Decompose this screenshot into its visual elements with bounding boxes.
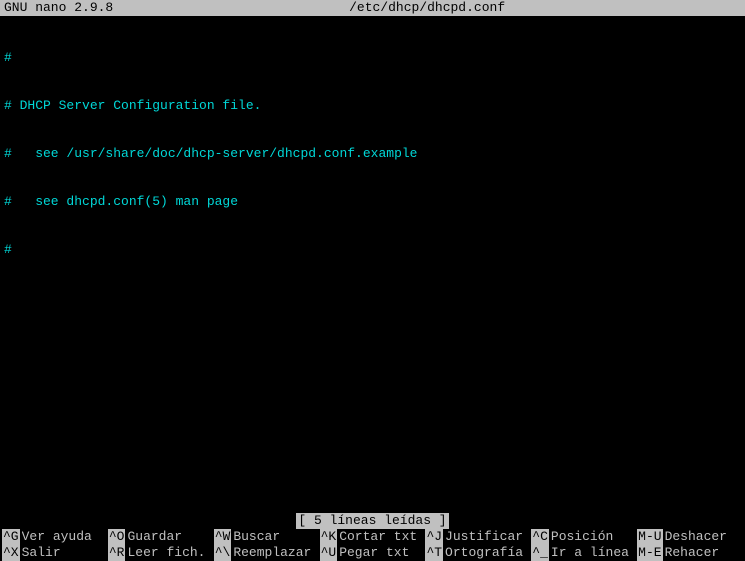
shortcut-goto-line[interactable]: ^_ Ir a línea (531, 545, 637, 561)
title-bar: GNU nano 2.9.8 /etc/dhcp/dhcpd.conf (0, 0, 745, 16)
shortcut-read-file[interactable]: ^R Leer fich. (108, 545, 214, 561)
shortcut-search[interactable]: ^W Buscar (214, 529, 320, 545)
shortcut-label: Deshacer (665, 529, 727, 545)
app-name: GNU nano 2.9.8 (4, 0, 113, 16)
editor-line: # DHCP Server Configuration file. (4, 98, 741, 114)
shortcut-key: ^G (2, 529, 20, 545)
shortcut-spell[interactable]: ^T Ortografía (425, 545, 531, 561)
shortcut-label: Guardar (127, 529, 182, 545)
shortcut-label: Salir (22, 545, 61, 561)
shortcut-label: Rehacer (665, 545, 720, 561)
editor-line: # (4, 50, 741, 66)
shortcuts-row-1: ^G Ver ayuda ^O Guardar ^W Buscar ^K Cor… (2, 529, 743, 545)
shortcut-paste[interactable]: ^U Pegar txt (320, 545, 426, 561)
shortcut-cut[interactable]: ^K Cortar txt (320, 529, 426, 545)
shortcut-key: M-E (637, 545, 662, 561)
editor-line: # see dhcpd.conf(5) man page (4, 194, 741, 210)
shortcut-key: ^U (320, 545, 338, 561)
shortcut-key: ^J (425, 529, 443, 545)
shortcut-key: ^\ (214, 545, 232, 561)
shortcut-replace[interactable]: ^\ Reemplazar (214, 545, 320, 561)
editor-content[interactable]: # # DHCP Server Configuration file. # se… (0, 16, 745, 276)
shortcuts-panel: ^G Ver ayuda ^O Guardar ^W Buscar ^K Cor… (0, 529, 745, 561)
shortcuts-row-2: ^X Salir ^R Leer fich. ^\ Reemplazar ^U … (2, 545, 743, 561)
shortcut-key: ^X (2, 545, 20, 561)
shortcut-key: ^T (425, 545, 443, 561)
shortcut-redo[interactable]: M-E Rehacer (637, 545, 743, 561)
shortcut-label: Ver ayuda (22, 529, 92, 545)
shortcut-position[interactable]: ^C Posición (531, 529, 637, 545)
shortcut-label: Leer fich. (127, 545, 205, 561)
editor-line: # (4, 242, 741, 258)
shortcut-key: ^O (108, 529, 126, 545)
editor-line: # see /usr/share/doc/dhcp-server/dhcpd.c… (4, 146, 741, 162)
shortcut-label: Reemplazar (233, 545, 311, 561)
shortcut-key: ^W (214, 529, 232, 545)
shortcut-label: Buscar (233, 529, 280, 545)
file-path: /etc/dhcp/dhcpd.conf (113, 0, 741, 16)
shortcut-key: ^R (108, 545, 126, 561)
shortcut-save[interactable]: ^O Guardar (108, 529, 214, 545)
shortcut-label: Ir a línea (551, 545, 629, 561)
shortcut-exit[interactable]: ^X Salir (2, 545, 108, 561)
shortcut-label: Pegar txt (339, 545, 409, 561)
shortcut-label: Posición (551, 529, 613, 545)
shortcut-undo[interactable]: M-U Deshacer (637, 529, 743, 545)
shortcut-label: Justificar (445, 529, 523, 545)
shortcut-key: ^C (531, 529, 549, 545)
shortcut-key: ^K (320, 529, 338, 545)
status-bar: [ 5 líneas leídas ] (0, 513, 745, 529)
shortcut-key: ^_ (531, 545, 549, 561)
shortcut-justify[interactable]: ^J Justificar (425, 529, 531, 545)
shortcut-label: Ortografía (445, 545, 523, 561)
shortcut-label: Cortar txt (339, 529, 417, 545)
status-message: [ 5 líneas leídas ] (296, 513, 448, 529)
shortcut-help[interactable]: ^G Ver ayuda (2, 529, 108, 545)
shortcut-key: M-U (637, 529, 662, 545)
